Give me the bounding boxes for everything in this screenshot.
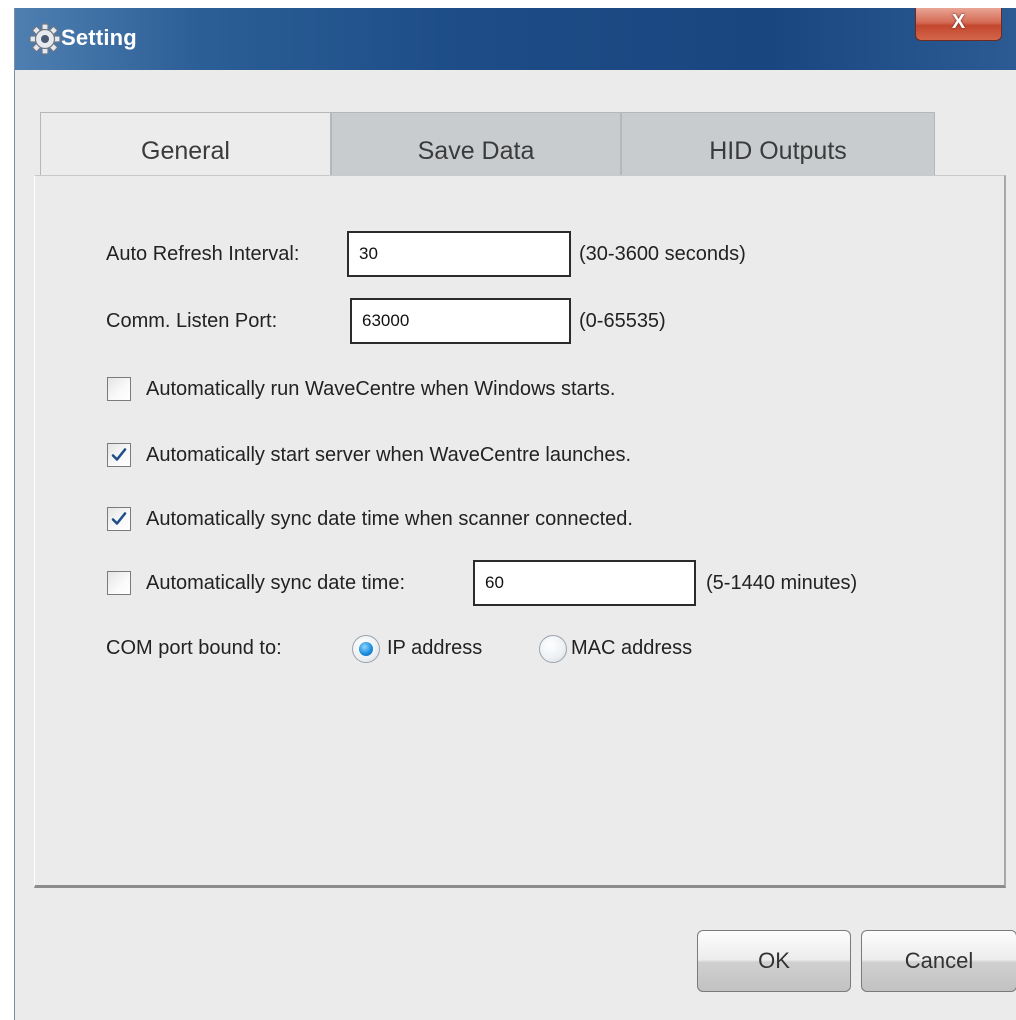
checkmark-icon: [111, 448, 127, 461]
tab-general[interactable]: General: [40, 112, 331, 176]
sync-interval-checkbox[interactable]: [107, 571, 131, 595]
general-tab-panel: Auto Refresh Interval: (30-3600 seconds)…: [34, 175, 1006, 888]
start-server-row: Automatically start server when WaveCent…: [35, 432, 1004, 478]
mac-address-label[interactable]: MAC address: [571, 625, 692, 671]
title-bar[interactable]: Setting X: [15, 8, 1016, 70]
run-on-startup-label[interactable]: Automatically run WaveCentre when Window…: [146, 366, 615, 412]
checkmark-icon: [111, 512, 127, 525]
mac-address-radio[interactable]: [539, 635, 567, 663]
auto-refresh-row: Auto Refresh Interval: (30-3600 seconds): [35, 231, 1004, 277]
start-server-checkbox[interactable]: [107, 443, 131, 467]
auto-refresh-range: (30-3600 seconds): [579, 243, 746, 265]
ip-address-radio[interactable]: [352, 635, 380, 663]
com-port-row: COM port bound to: IP address MAC addres…: [35, 625, 1004, 671]
auto-refresh-input[interactable]: [347, 231, 571, 277]
tab-save-data[interactable]: Save Data: [331, 112, 621, 176]
start-server-label[interactable]: Automatically start server when WaveCent…: [146, 432, 631, 478]
window-title: Setting: [61, 25, 137, 50]
ip-address-label[interactable]: IP address: [387, 625, 482, 671]
run-on-startup-checkbox[interactable]: [107, 377, 131, 401]
ok-button[interactable]: OK: [697, 930, 851, 992]
sync-on-connect-row: Automatically sync date time when scanne…: [35, 496, 1004, 542]
sync-interval-input[interactable]: [473, 560, 696, 606]
close-button[interactable]: X: [915, 8, 1002, 41]
sync-interval-range: (5-1440 minutes): [706, 572, 858, 594]
auto-refresh-label: Auto Refresh Interval:: [106, 243, 300, 265]
setting-dialog: Setting X General Save Data HID Outputs …: [14, 8, 1016, 1020]
sync-on-connect-checkbox[interactable]: [107, 507, 131, 531]
sync-on-connect-label[interactable]: Automatically sync date time when scanne…: [146, 496, 633, 542]
sync-interval-row: Automatically sync date time: (5-1440 mi…: [35, 560, 1004, 606]
com-port-label: COM port bound to:: [106, 637, 282, 659]
listen-port-label: Comm. Listen Port:: [106, 310, 278, 332]
sync-interval-label[interactable]: Automatically sync date time:: [146, 560, 405, 606]
gear-icon: [29, 23, 61, 55]
listen-port-range: (0-65535): [579, 310, 666, 332]
close-icon: X: [951, 11, 966, 33]
cancel-button[interactable]: Cancel: [861, 930, 1016, 992]
listen-port-input[interactable]: [350, 298, 571, 344]
tab-hid-outputs[interactable]: HID Outputs: [621, 112, 935, 176]
run-on-startup-row: Automatically run WaveCentre when Window…: [35, 366, 1004, 412]
listen-port-row: Comm. Listen Port: (0-65535): [35, 298, 1004, 344]
